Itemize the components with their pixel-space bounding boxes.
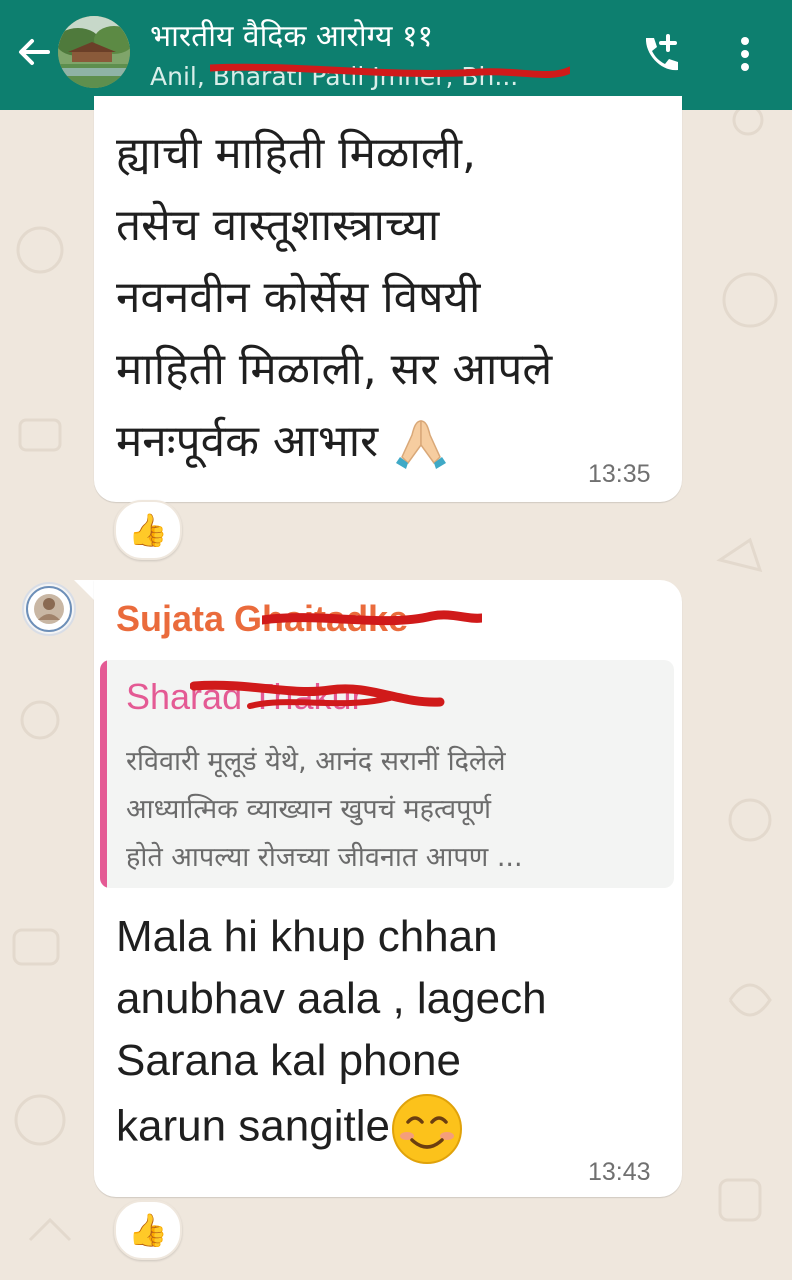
quoted-line: होते आपल्या रोजच्या जीवनात आपण ... [126,842,523,873]
chat-header: भारतीय वैदिक आरोग्य ११ Anil, Bharati Pat… [0,0,792,110]
quoted-text: रविवारी मूलूडं येथे, आनंद सरानीं दिलेले … [126,738,666,882]
reaction-badge[interactable]: 👍 [114,1200,182,1260]
arrow-left-icon[interactable] [14,32,54,72]
message-line: karun sangitle [116,1101,390,1151]
message-line-last: मनःपूर्वक आभार [116,406,666,478]
redaction-mark [210,63,570,78]
redaction-mark [190,680,445,709]
group-photo-image [58,16,130,88]
message-timestamp: 13:35 [588,460,651,488]
message-text: ह्याची माहिती मिळाली, तसेच वास्तूशास्त्र… [116,118,666,478]
message-line: anubhav aala , lagech [116,974,547,1023]
message-line: ह्याची माहिती मिळाली, [116,128,477,179]
thumbs-up-emoji: 👍 [128,1211,168,1249]
quoted-line: आध्यात्मिक व्याख्यान खुपचं महत्वपूर्ण [126,794,492,825]
message-line: मनःपूर्वक आभार [116,416,379,467]
message-line: तसेच वास्तूशास्त्राच्या [116,200,440,251]
group-avatar[interactable] [58,16,130,88]
reaction-badge[interactable]: 👍 [114,500,182,560]
message-timestamp: 13:43 [588,1158,651,1186]
folded-hands-emoji [396,420,447,469]
more-vertical-icon[interactable] [730,34,760,74]
smiling-face-emoji [391,1094,462,1164]
message-line: Mala hi khup chhan [116,912,498,961]
sender-photo-image [26,586,72,632]
sender-avatar[interactable] [22,582,76,636]
message-line-last: karun sangitle [116,1092,676,1166]
message-line: नवनवीन कोर्सेस विषयी [116,272,481,323]
message-line: Sarana kal phone [116,1036,461,1085]
redaction-mark [262,610,482,626]
message-line: माहिती मिळाली, सर आपले [116,344,553,395]
message-text: Mala hi khup chhan anubhav aala , lagech… [116,906,676,1166]
thumbs-up-emoji: 👍 [128,511,168,549]
bubble-tail [74,580,96,602]
quoted-line: रविवारी मूलूडं येथे, आनंद सरानीं दिलेले [126,746,506,777]
group-title[interactable]: भारतीय वैदिक आरोग्य ११ [150,14,433,55]
quote-accent-bar [100,660,107,888]
add-call-icon[interactable] [634,30,682,78]
